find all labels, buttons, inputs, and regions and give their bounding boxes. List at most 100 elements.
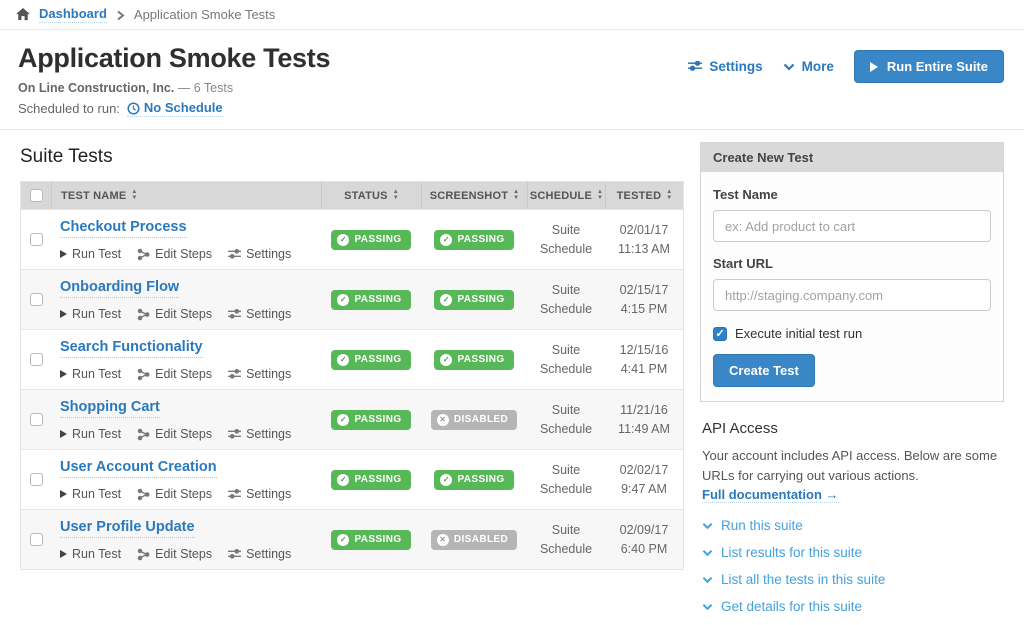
edit-steps-link[interactable]: Edit Steps — [137, 547, 212, 561]
table-row: User Profile Update Run Test — [21, 509, 683, 569]
badge-state-icon: ✓ — [440, 234, 452, 246]
more-button[interactable]: More — [783, 59, 834, 74]
screenshot-badge[interactable]: ✕ DISABLED — [431, 530, 517, 550]
tested-cell: 02/09/17 6:40 PM — [605, 521, 683, 557]
home-icon[interactable] — [16, 8, 30, 21]
test-name-link[interactable]: User Account Creation — [60, 459, 217, 478]
status-badge[interactable]: ✓ PASSING — [331, 290, 410, 310]
steps-nodes-icon — [137, 547, 150, 561]
row-checkbox[interactable] — [30, 473, 43, 486]
column-header-tested[interactable]: TESTED ▲▼ — [605, 182, 683, 209]
screenshot-badge[interactable]: ✓ PASSING — [434, 350, 513, 370]
test-settings-link[interactable]: Settings — [228, 367, 291, 381]
chevron-down-icon — [702, 518, 713, 533]
screenshot-cell: ✓ PASSING — [421, 290, 527, 310]
screenshot-badge[interactable]: ✓ PASSING — [434, 230, 513, 250]
create-test-label: Create Test — [729, 363, 799, 378]
api-link[interactable]: Get details for this suite — [702, 599, 862, 614]
select-all-checkbox[interactable] — [30, 189, 43, 202]
test-settings-link[interactable]: Settings — [228, 307, 291, 321]
test-name-link[interactable]: User Profile Update — [60, 519, 195, 538]
status-badge[interactable]: ✓ PASSING — [331, 470, 410, 490]
tests-table: TEST NAME ▲▼ STATUS ▲▼ SCREENSHOT ▲▼ SCH… — [20, 181, 684, 570]
sliders-icon — [228, 427, 241, 441]
test-name-link[interactable]: Shopping Cart — [60, 399, 160, 418]
breadcrumb-dashboard-link[interactable]: Dashboard — [39, 6, 107, 23]
test-name-input[interactable] — [713, 210, 991, 242]
status-badge[interactable]: ✓ PASSING — [331, 530, 410, 550]
test-name-link[interactable]: Onboarding Flow — [60, 279, 179, 298]
api-link[interactable]: List all the tests in this suite — [702, 572, 885, 587]
test-name-cell: Shopping Cart Run Test — [51, 398, 321, 441]
test-settings-link[interactable]: Settings — [228, 427, 291, 441]
schedule-cell: Suite Schedule — [527, 221, 605, 257]
org-line: On Line Construction, Inc. — 6 Tests — [18, 81, 1004, 95]
play-icon — [870, 62, 878, 72]
create-test-button[interactable]: Create Test — [713, 354, 815, 387]
sort-icon: ▲▼ — [393, 190, 399, 201]
run-test-link[interactable]: Run Test — [60, 247, 121, 261]
column-header-screenshot[interactable]: SCREENSHOT ▲▼ — [421, 182, 527, 209]
no-schedule-label: No Schedule — [144, 100, 223, 115]
play-icon — [60, 490, 67, 498]
play-icon — [60, 250, 67, 258]
row-checkbox[interactable] — [30, 293, 43, 306]
column-header-test-name[interactable]: TEST NAME ▲▼ — [51, 182, 321, 209]
play-icon — [60, 430, 67, 438]
run-test-link[interactable]: Run Test — [60, 427, 121, 441]
no-schedule-link[interactable]: No Schedule — [127, 100, 223, 117]
api-link[interactable]: Run this suite — [702, 518, 803, 533]
test-name-link[interactable]: Checkout Process — [60, 219, 187, 238]
schedule-prefix: Scheduled to run: — [18, 101, 120, 116]
screenshot-badge[interactable]: ✓ PASSING — [434, 290, 513, 310]
select-all-cell — [21, 182, 51, 209]
screenshot-badge[interactable]: ✓ PASSING — [434, 470, 513, 490]
row-checkbox[interactable] — [30, 353, 43, 366]
run-entire-suite-button[interactable]: Run Entire Suite — [854, 50, 1004, 83]
column-header-status[interactable]: STATUS ▲▼ — [321, 182, 421, 209]
test-settings-link[interactable]: Settings — [228, 247, 291, 261]
tested-cell: 02/01/17 11:13 AM — [605, 221, 683, 257]
steps-nodes-icon — [137, 247, 150, 261]
edit-steps-link[interactable]: Edit Steps — [137, 307, 212, 321]
table-row: User Account Creation Run Test — [21, 449, 683, 509]
edit-steps-link[interactable]: Edit Steps — [137, 427, 212, 441]
edit-steps-link[interactable]: Edit Steps — [137, 367, 212, 381]
screenshot-badge[interactable]: ✕ DISABLED — [431, 410, 517, 430]
full-documentation-link[interactable]: Full documentation → — [702, 487, 839, 503]
edit-steps-link[interactable]: Edit Steps — [137, 247, 212, 261]
test-settings-link[interactable]: Settings — [228, 487, 291, 501]
start-url-input[interactable] — [713, 279, 991, 311]
run-test-link[interactable]: Run Test — [60, 487, 121, 501]
schedule-cell: Suite Schedule — [527, 341, 605, 377]
row-actions: Run Test — [60, 247, 321, 261]
test-settings-link[interactable]: Settings — [228, 547, 291, 561]
row-checkbox[interactable] — [30, 233, 43, 246]
status-badge[interactable]: ✓ PASSING — [331, 410, 410, 430]
play-icon — [60, 310, 67, 318]
status-badge[interactable]: ✓ PASSING — [331, 230, 410, 250]
api-link[interactable]: List results for this suite — [702, 545, 862, 560]
row-checkbox-cell — [21, 413, 51, 426]
execute-initial-checkbox[interactable] — [713, 327, 727, 341]
steps-nodes-icon — [137, 427, 150, 441]
run-test-link[interactable]: Run Test — [60, 547, 121, 561]
sort-icon: ▲▼ — [513, 190, 519, 201]
status-cell: ✓ PASSING — [321, 530, 421, 550]
breadcrumb-chevron-icon — [116, 7, 125, 22]
chevron-down-icon — [702, 572, 713, 587]
suite-settings-button[interactable]: Settings — [688, 59, 762, 74]
row-checkbox-cell — [21, 473, 51, 486]
badge-state-icon: ✓ — [337, 474, 349, 486]
test-name-link[interactable]: Search Functionality — [60, 339, 203, 358]
run-test-link[interactable]: Run Test — [60, 367, 121, 381]
edit-steps-link[interactable]: Edit Steps — [137, 487, 212, 501]
table-row: Checkout Process Run Test — [21, 209, 683, 269]
row-checkbox[interactable] — [30, 413, 43, 426]
column-header-schedule[interactable]: SCHEDULE ▲▼ — [527, 182, 605, 209]
status-badge[interactable]: ✓ PASSING — [331, 350, 410, 370]
screenshot-cell: ✕ DISABLED — [421, 530, 527, 550]
run-test-link[interactable]: Run Test — [60, 307, 121, 321]
sort-icon: ▲▼ — [597, 190, 603, 201]
row-checkbox[interactable] — [30, 533, 43, 546]
